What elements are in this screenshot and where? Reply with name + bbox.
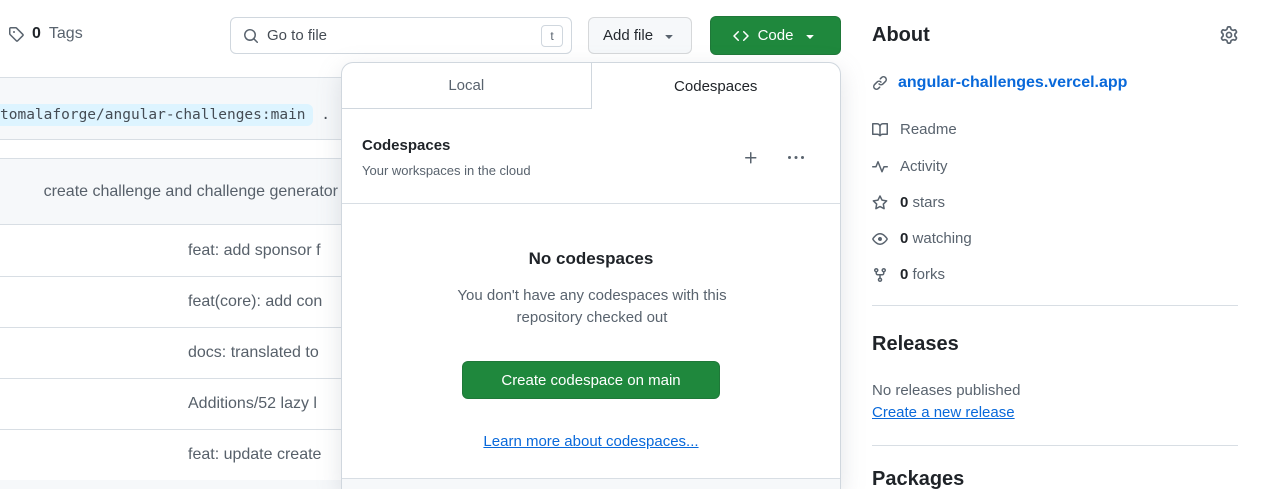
- divider: [342, 203, 840, 204]
- eye-icon: [872, 231, 888, 247]
- table-row[interactable]: feat: update create: [0, 430, 341, 481]
- no-releases-text: No releases published: [872, 382, 1020, 399]
- dropdown-footer: [342, 478, 840, 489]
- add-file-button[interactable]: Add file: [588, 17, 692, 54]
- no-codespaces-message: You don't have any codespaces with this …: [437, 285, 747, 329]
- book-icon: [872, 122, 888, 138]
- go-to-file-search[interactable]: t: [230, 17, 572, 54]
- row-commit-message[interactable]: feat: add sponsor f: [188, 242, 321, 260]
- row-commit-message[interactable]: feat: update create: [188, 446, 321, 464]
- search-input[interactable]: [267, 27, 533, 44]
- row-commit-message[interactable]: feat(core): add con: [188, 293, 322, 311]
- search-shortcut-key: t: [541, 25, 563, 47]
- stars-label: stars: [913, 194, 946, 211]
- sidebar-item-stars[interactable]: 0 stars: [872, 194, 945, 211]
- code-dropdown-panel: Local Codespaces Codespaces Your workspa…: [341, 62, 841, 489]
- star-icon: [872, 195, 888, 211]
- chevron-down-icon: [661, 28, 677, 44]
- releases-heading: Releases: [872, 333, 959, 356]
- table-row[interactable]: Additions/52 lazy l: [0, 379, 341, 430]
- new-codespace-button[interactable]: [743, 150, 759, 166]
- codespaces-title: Codespaces: [362, 137, 450, 154]
- latest-commit-bar[interactable]: create challenge and challenge generator: [0, 158, 341, 225]
- tags-count: 0: [32, 25, 41, 43]
- row-commit-message[interactable]: docs: translated to: [188, 344, 319, 362]
- tab-codespaces[interactable]: Codespaces: [592, 63, 841, 109]
- stars-count: 0: [900, 194, 908, 211]
- sidebar-item-watching[interactable]: 0 watching: [872, 230, 972, 247]
- create-codespace-button[interactable]: Create codespace on main: [462, 361, 720, 399]
- kebab-horizontal-icon: [788, 150, 804, 166]
- plus-icon: [743, 150, 759, 166]
- repo-website-link[interactable]: angular-challenges.vercel.app: [872, 74, 1127, 92]
- no-codespaces-title: No codespaces: [342, 249, 840, 269]
- codespaces-options-button[interactable]: [788, 150, 804, 166]
- table-row[interactable]: docs: translated to: [0, 328, 341, 379]
- code-icon: [733, 28, 749, 44]
- latest-commit-message[interactable]: create challenge and challenge generator: [44, 183, 338, 201]
- sidebar-item-forks[interactable]: 0 forks: [872, 266, 945, 283]
- activity-label: Activity: [900, 158, 948, 175]
- branch-ref-band: tomalaforge/angular-challenges:main .: [0, 77, 341, 140]
- tags-link[interactable]: 0 Tags: [8, 25, 83, 43]
- row-commit-message[interactable]: Additions/52 lazy l: [188, 395, 317, 413]
- fork-icon: [872, 267, 888, 283]
- table-row[interactable]: feat: add sponsor f: [0, 226, 341, 277]
- partial-row: [0, 480, 341, 489]
- forks-count: 0: [900, 266, 908, 283]
- create-release-link[interactable]: Create a new release: [872, 404, 1015, 421]
- search-icon: [243, 28, 259, 44]
- code-button[interactable]: Code: [710, 16, 841, 55]
- link-icon: [872, 75, 888, 91]
- watching-label: watching: [913, 230, 972, 247]
- website-url[interactable]: angular-challenges.vercel.app: [898, 74, 1127, 92]
- tab-local[interactable]: Local: [342, 63, 592, 109]
- watching-count: 0: [900, 230, 908, 247]
- add-file-label: Add file: [603, 27, 653, 44]
- gear-icon[interactable]: [1220, 26, 1238, 44]
- learn-more-link[interactable]: Learn more about codespaces...: [342, 433, 840, 450]
- divider: [872, 305, 1238, 306]
- branch-ref-period: .: [321, 107, 330, 123]
- code-dropdown-tabs: Local Codespaces: [342, 63, 840, 109]
- tag-icon: [8, 26, 24, 42]
- table-row[interactable]: feat(core): add con: [0, 277, 341, 328]
- branch-ref-line: tomalaforge/angular-challenges:main .: [0, 107, 330, 123]
- branch-ref-code: tomalaforge/angular-challenges:main: [0, 104, 313, 126]
- repo-sidebar: About angular-challenges.vercel.app Read…: [872, 0, 1238, 489]
- sidebar-item-readme[interactable]: Readme: [872, 121, 957, 138]
- packages-heading: Packages: [872, 468, 964, 489]
- repo-content-background: tomalaforge/angular-challenges:main . cr…: [0, 62, 341, 489]
- about-heading: About: [872, 24, 930, 47]
- pulse-icon: [872, 159, 888, 175]
- codespaces-subtitle: Your workspaces in the cloud: [362, 163, 531, 178]
- chevron-down-icon: [802, 28, 818, 44]
- readme-label: Readme: [900, 121, 957, 138]
- divider: [872, 445, 1238, 446]
- tags-label: Tags: [49, 25, 83, 43]
- forks-label: forks: [913, 266, 946, 283]
- code-button-label: Code: [758, 27, 794, 44]
- sidebar-item-activity[interactable]: Activity: [872, 158, 948, 175]
